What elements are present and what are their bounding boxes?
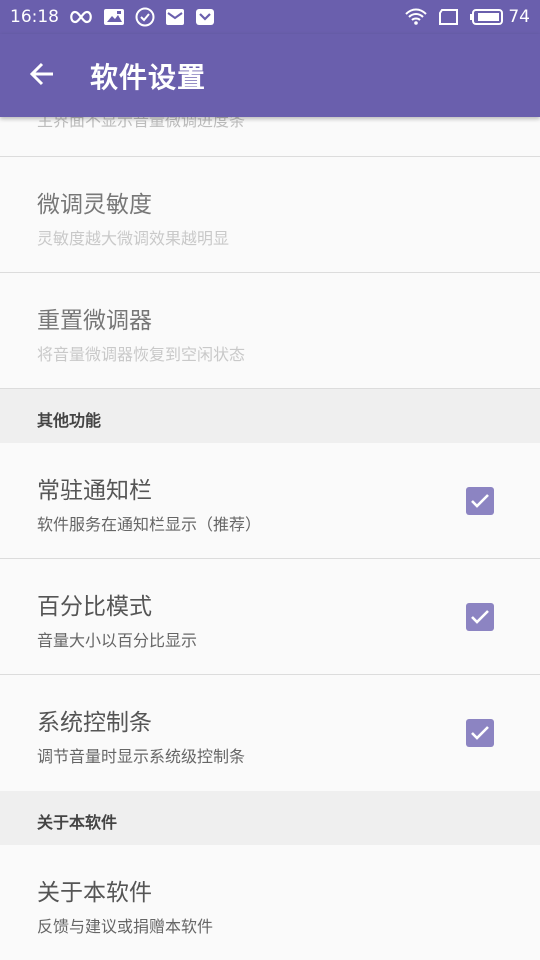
back-button[interactable]: [0, 34, 84, 117]
section-label: 其他功能: [37, 411, 102, 430]
battery-level: 74: [508, 7, 530, 27]
wifi-icon: [404, 7, 428, 27]
settings-list: 主界面不显示音量微调进度条 微调灵敏度 灵敏度越大微调效果越明显 重置微调器 将…: [0, 117, 540, 960]
check-icon: [471, 726, 489, 740]
section-header-about: 关于本软件: [0, 791, 540, 845]
list-item-subtitle: 音量大小以百分比显示: [37, 631, 198, 650]
section-label: 关于本软件: [37, 813, 118, 832]
section-header-other: 其他功能: [0, 389, 540, 443]
setting-reset-tuner[interactable]: 重置微调器 将音量微调器恢复到空闲状态: [0, 273, 540, 389]
mail-icon: [165, 8, 185, 26]
battery-icon: [470, 8, 504, 26]
setting-system-control-bar[interactable]: 系统控制条 调节音量时显示系统级控制条: [0, 675, 540, 791]
checkbox-checked[interactable]: [466, 719, 494, 747]
list-item-title: 常驻通知栏: [37, 478, 152, 504]
list-item-title: 微调灵敏度: [37, 192, 152, 218]
list-item-title: 重置微调器: [37, 308, 152, 334]
screen-icon: [438, 8, 460, 26]
list-item-subtitle: 灵敏度越大微调效果越明显: [37, 229, 230, 248]
page-title: 软件设置: [90, 60, 207, 94]
setting-about[interactable]: 关于本软件 反馈与建议或捐赠本软件: [0, 845, 540, 960]
list-item-subtitle: 主界面不显示音量微调进度条: [37, 117, 246, 130]
pocket-icon: [195, 8, 215, 26]
status-bar: 16:18 74: [0, 0, 540, 34]
status-time: 16:18: [10, 7, 59, 27]
infinity-icon: [69, 10, 93, 24]
arrow-left-icon: [28, 60, 56, 92]
list-item-subtitle: 将音量微调器恢复到空闲状态: [37, 345, 246, 364]
checkbox-checked[interactable]: [466, 487, 494, 515]
list-item-subtitle: 软件服务在通知栏显示（推荐）: [37, 515, 262, 534]
list-item-subtitle: 反馈与建议或捐赠本软件: [37, 917, 214, 936]
check-circle-icon: [135, 7, 155, 27]
app-bar: 软件设置: [0, 34, 540, 117]
setting-persistent-notification[interactable]: 常驻通知栏 软件服务在通知栏显示（推荐）: [0, 443, 540, 559]
setting-percentage-mode[interactable]: 百分比模式 音量大小以百分比显示: [0, 559, 540, 675]
check-icon: [471, 494, 489, 508]
list-item-title: 百分比模式: [37, 594, 152, 620]
list-item[interactable]: 主界面不显示音量微调进度条: [0, 117, 540, 157]
image-icon: [103, 8, 125, 26]
checkbox-checked[interactable]: [466, 603, 494, 631]
check-icon: [471, 610, 489, 624]
setting-sensitivity[interactable]: 微调灵敏度 灵敏度越大微调效果越明显: [0, 157, 540, 273]
list-item-title: 关于本软件: [37, 880, 152, 906]
list-item-title: 系统控制条: [37, 710, 152, 736]
list-item-subtitle: 调节音量时显示系统级控制条: [37, 747, 246, 766]
